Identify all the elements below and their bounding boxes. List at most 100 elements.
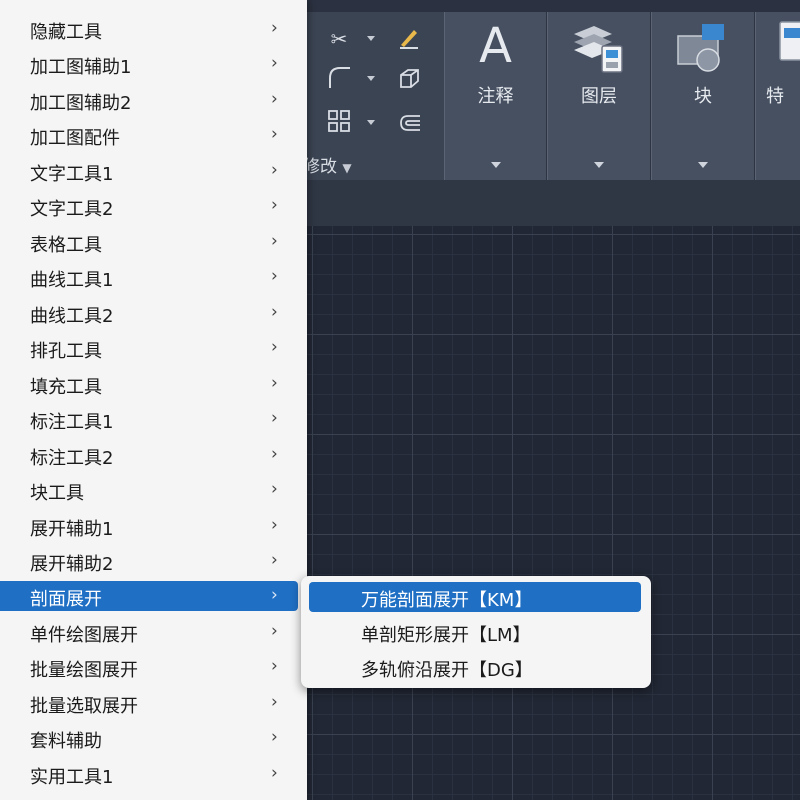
chevron-right-icon: › bbox=[271, 160, 278, 180]
menu-item-label: 单件绘图展开 bbox=[30, 625, 138, 646]
drawing-canvas[interactable] bbox=[300, 226, 800, 800]
block-icon bbox=[674, 20, 730, 76]
menu-item-label: 表格工具 bbox=[30, 235, 102, 256]
ribbon: ✂ A 注释 图层 块 特 bbox=[300, 12, 800, 180]
menu-item[interactable]: 曲线工具2 › bbox=[0, 298, 298, 328]
menu-item-label: 排孔工具 bbox=[30, 341, 102, 362]
submenu-item-dg[interactable]: 多轨俯沿展开【DG】 bbox=[309, 652, 641, 682]
block-panel[interactable]: 块 bbox=[651, 12, 755, 180]
chevron-right-icon: › bbox=[271, 656, 278, 676]
chevron-down-icon[interactable] bbox=[367, 76, 375, 81]
submenu-item-label: 多轨俯沿展开【DG】 bbox=[361, 660, 533, 681]
letter-a-icon: A bbox=[479, 18, 512, 74]
panel-label: 特 bbox=[766, 86, 784, 107]
ribbon-tab-strip bbox=[300, 0, 800, 12]
properties-panel[interactable]: 特 bbox=[755, 12, 800, 180]
scissors-icon[interactable]: ✂ bbox=[326, 26, 352, 52]
menu-item-label: 标注工具1 bbox=[30, 412, 114, 433]
annotate-panel[interactable]: A 注释 bbox=[444, 12, 547, 180]
menu-item[interactable]: 加工图配件 › bbox=[0, 120, 298, 150]
layers-panel[interactable]: 图层 bbox=[547, 12, 651, 180]
chevron-right-icon: › bbox=[271, 89, 278, 109]
panel-label: 块 bbox=[694, 86, 712, 107]
menu-item-label: 套料辅助 bbox=[30, 731, 102, 752]
menu-item-label: 文字工具1 bbox=[30, 164, 114, 185]
fillet-icon[interactable] bbox=[326, 64, 352, 90]
chevron-right-icon: › bbox=[271, 621, 278, 641]
menu-item[interactable]: 展开辅助2 › bbox=[0, 546, 298, 576]
menu-item[interactable]: 标注工具2 › bbox=[0, 440, 298, 470]
submenu-item-label: 单剖矩形展开【LM】 bbox=[361, 625, 531, 646]
menu-item[interactable]: 批量绘图展开 › bbox=[0, 652, 298, 682]
menu-item[interactable]: 曲线工具1 › bbox=[0, 262, 298, 292]
menu-item[interactable]: 表格工具 › bbox=[0, 227, 298, 257]
sub-toolbar bbox=[300, 180, 800, 226]
menu-item[interactable]: 单件绘图展开 › bbox=[0, 617, 298, 647]
chevron-down-icon[interactable] bbox=[594, 162, 604, 168]
menu-item-section-unfold[interactable]: 剖面展开 › bbox=[0, 581, 298, 611]
menu-item[interactable]: 套料辅助 › bbox=[0, 723, 298, 753]
chevron-right-icon: › bbox=[271, 763, 278, 783]
menu-item-label: 曲线工具2 bbox=[30, 306, 114, 327]
menu-item-label: 隐藏工具 bbox=[30, 22, 102, 43]
chevron-right-icon: › bbox=[271, 408, 278, 428]
menu-item-label: 曲线工具1 bbox=[30, 270, 114, 291]
chevron-down-icon[interactable] bbox=[698, 162, 708, 168]
menu-item-label: 批量选取展开 bbox=[30, 696, 138, 717]
menu-item-label: 展开辅助1 bbox=[30, 519, 114, 540]
context-menu: 隐藏工具 › 加工图辅助1 › 加工图辅助2 › 加工图配件 › 文字工具1 › 文字工具… bbox=[0, 0, 307, 800]
menu-item[interactable]: 实用工具1 › bbox=[0, 759, 298, 789]
submenu-item-km[interactable]: 万能剖面展开【KM】 bbox=[309, 582, 641, 612]
menu-item[interactable]: 加工图辅助1 › bbox=[0, 49, 298, 79]
menu-item-label: 块工具 bbox=[30, 483, 84, 504]
menu-item[interactable]: 批量选取展开 › bbox=[0, 688, 298, 718]
chevron-right-icon: › bbox=[271, 444, 278, 464]
menu-item-label: 填充工具 bbox=[30, 377, 102, 398]
menu-item-label: 标注工具2 bbox=[30, 448, 114, 469]
submenu-item-lm[interactable]: 单剖矩形展开【LM】 bbox=[309, 617, 641, 647]
chevron-right-icon: › bbox=[271, 550, 278, 570]
chevron-right-icon: › bbox=[271, 692, 278, 712]
properties-icon bbox=[778, 20, 800, 68]
chevron-down-icon[interactable] bbox=[367, 120, 375, 125]
chevron-right-icon: › bbox=[271, 515, 278, 535]
menu-item-partial[interactable] bbox=[0, 0, 298, 14]
menu-item-label: 批量绘图展开 bbox=[30, 660, 138, 681]
chevron-right-icon: › bbox=[271, 373, 278, 393]
cube-icon[interactable] bbox=[396, 66, 422, 92]
menu-item-label: 文字工具2 bbox=[30, 199, 114, 220]
menu-item-label: 实用工具1 bbox=[30, 767, 114, 788]
chevron-right-icon: › bbox=[271, 231, 278, 251]
chevron-down-icon[interactable] bbox=[367, 36, 375, 41]
menu-item-label: 加工图配件 bbox=[30, 128, 120, 149]
chevron-right-icon: › bbox=[271, 302, 278, 322]
menu-item[interactable]: 展开辅助1 › bbox=[0, 511, 298, 541]
menu-item[interactable]: 块工具 › bbox=[0, 475, 298, 505]
chevron-down-icon[interactable] bbox=[490, 162, 501, 168]
modify-group-label[interactable]: 修改 ▼ bbox=[303, 152, 352, 177]
chevron-right-icon: › bbox=[271, 124, 278, 144]
menu-item[interactable]: 标注工具1 › bbox=[0, 404, 298, 434]
menu-item[interactable]: 文字工具2 › bbox=[0, 191, 298, 221]
section-unfold-submenu: 万能剖面展开【KM】 单剖矩形展开【LM】 多轨俯沿展开【DG】 bbox=[301, 576, 651, 688]
chevron-down-icon: ▼ bbox=[342, 161, 352, 175]
pencil-icon[interactable] bbox=[396, 24, 422, 50]
menu-item[interactable]: 排孔工具 › bbox=[0, 333, 298, 363]
array-icon[interactable] bbox=[326, 108, 352, 134]
modify-label-text: 修改 bbox=[303, 157, 337, 177]
offset-icon[interactable] bbox=[396, 110, 422, 136]
menu-item-label: 加工图辅助1 bbox=[30, 57, 132, 78]
menu-item[interactable]: 文字工具1 › bbox=[0, 156, 298, 186]
chevron-right-icon: › bbox=[271, 266, 278, 286]
panel-label: 图层 bbox=[581, 86, 617, 107]
menu-item[interactable]: 填充工具 › bbox=[0, 369, 298, 399]
chevron-right-icon: › bbox=[271, 479, 278, 499]
menu-item[interactable]: 加工图辅助2 › bbox=[0, 85, 298, 115]
menu-item[interactable]: 隐藏工具 › bbox=[0, 14, 298, 44]
chevron-right-icon: › bbox=[271, 727, 278, 747]
chevron-right-icon: › bbox=[271, 195, 278, 215]
chevron-right-icon: › bbox=[271, 585, 278, 605]
chevron-right-icon: › bbox=[271, 53, 278, 73]
submenu-item-label: 万能剖面展开【KM】 bbox=[361, 590, 533, 611]
menu-item-label: 加工图辅助2 bbox=[30, 93, 132, 114]
